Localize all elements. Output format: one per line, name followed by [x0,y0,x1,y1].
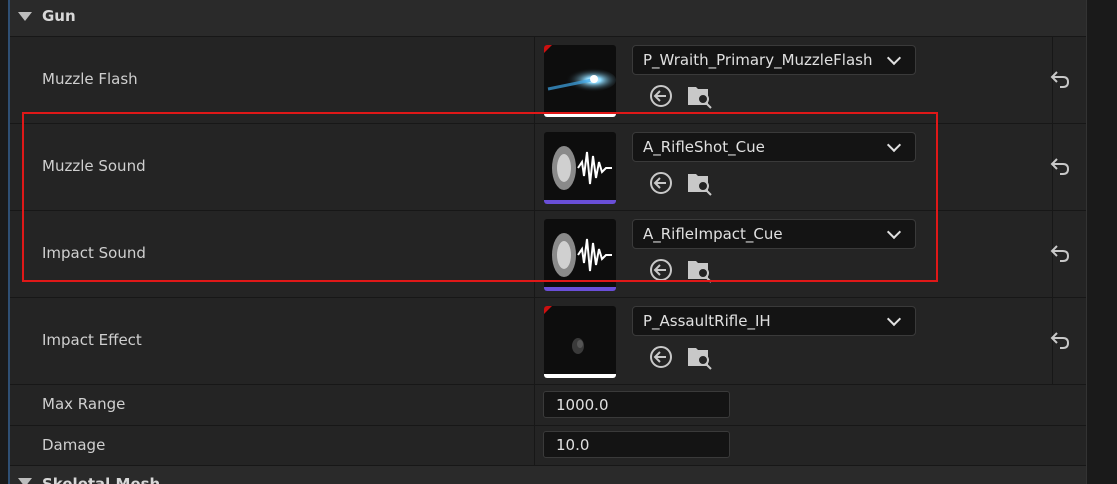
asset-type-bar [544,200,616,204]
category-title: Gun [42,7,76,25]
asset-type-bar [544,287,616,291]
asset-picker-combo[interactable]: A_RifleShot_Cue [632,132,916,162]
use-selected-arrow-icon[interactable] [648,257,674,283]
column-divider [534,385,535,425]
asset-thumbnail-impact-effect[interactable] [544,306,616,378]
numeric-value: 1000.0 [556,396,609,414]
chevron-down-icon [886,50,902,66]
asset-picker-value: A_RifleImpact_Cue [643,225,783,243]
reset-to-default-icon[interactable] [1048,154,1072,178]
asset-picker-value: A_RifleShot_Cue [643,138,765,156]
chevron-down-icon [886,224,902,240]
use-selected-arrow-icon[interactable] [648,170,674,196]
asset-picker-combo[interactable]: P_AssaultRifle_IH [632,306,916,336]
asset-picker-value: P_Wraith_Primary_MuzzleFlash [643,51,873,69]
chevron-down-icon [886,137,902,153]
property-label: Damage [42,436,106,454]
numeric-value: 10.0 [556,436,590,454]
asset-modified-marker [544,306,552,314]
chevron-down-icon [886,311,902,327]
asset-thumbnail-muzzle-flash[interactable] [544,45,616,117]
category-title: Skeletal Mesh [42,475,161,484]
column-divider [534,426,535,465]
column-divider [534,211,535,297]
asset-thumbnail-muzzle-sound[interactable] [544,132,616,204]
damage-field[interactable]: 10.0 [543,431,730,458]
property-label: Impact Sound [42,244,146,262]
browse-folder-icon[interactable] [686,83,712,109]
particle-flash-icon [547,68,616,92]
collapse-arrow-icon[interactable] [18,478,32,484]
scrollbar-track[interactable] [1086,0,1117,484]
column-divider [534,124,535,210]
property-label: Impact Effect [42,331,142,349]
category-header-gun[interactable]: Gun [10,0,1086,37]
sound-wave-icon [552,233,612,277]
asset-modified-marker [544,45,552,53]
reset-to-default-icon[interactable] [1048,241,1072,265]
asset-picker-value: P_AssaultRifle_IH [643,312,771,330]
reset-to-default-icon[interactable] [1048,67,1072,91]
asset-picker-combo[interactable]: P_Wraith_Primary_MuzzleFlash [632,45,916,75]
reset-to-default-icon[interactable] [1048,328,1072,352]
browse-folder-icon[interactable] [686,344,712,370]
sound-wave-icon [552,146,612,190]
asset-type-bar [544,374,616,378]
max-range-field[interactable]: 1000.0 [543,391,730,418]
asset-thumbnail-impact-sound[interactable] [544,219,616,291]
browse-folder-icon[interactable] [686,257,712,283]
category-header-skeletal-mesh[interactable]: Skeletal Mesh [10,466,1086,484]
column-divider [534,298,535,384]
asset-picker-combo[interactable]: A_RifleImpact_Cue [632,219,916,249]
column-divider [534,37,535,123]
asset-type-bar [544,113,616,117]
collapse-arrow-icon[interactable] [18,12,32,21]
property-label: Max Range [42,395,126,413]
browse-folder-icon[interactable] [686,170,712,196]
property-label: Muzzle Flash [42,70,138,88]
property-label: Muzzle Sound [42,157,146,175]
particle-smoke-icon [572,338,584,354]
use-selected-arrow-icon[interactable] [648,344,674,370]
left-gutter [0,0,10,484]
use-selected-arrow-icon[interactable] [648,83,674,109]
